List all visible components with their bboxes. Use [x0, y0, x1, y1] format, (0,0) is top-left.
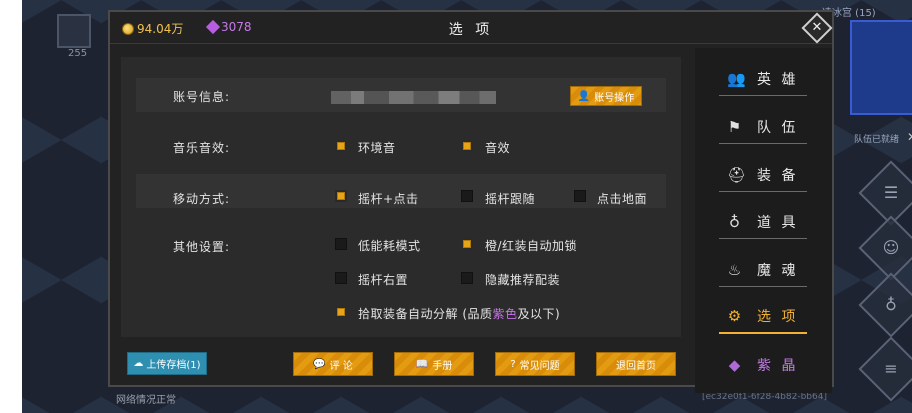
- upload-save-button[interactable]: ☁ 上传存档(1): [127, 352, 207, 375]
- auto-decompose-label: 拾取装备自动分解 (品质紫色及以下): [358, 307, 561, 321]
- ambient-sound-checkbox[interactable]: [335, 140, 347, 152]
- options-dialog: 94.04万 3078 选 项 ✕ 账号信息: 音乐音效: 环境音 音效 移动方…: [108, 10, 834, 393]
- close-icon: ✕: [811, 20, 823, 35]
- menu-item-items[interactable]: ♁ 道 具: [719, 205, 807, 239]
- question-icon: ?: [510, 358, 516, 370]
- hide-recommend-checkbox[interactable]: [461, 272, 473, 284]
- menu-item-amethyst[interactable]: ◆ 紫 晶: [719, 348, 807, 382]
- account-id-blurred: [331, 91, 496, 104]
- joystick-click-checkbox[interactable]: [335, 190, 347, 202]
- account-action-button[interactable]: 👤 账号操作: [570, 86, 642, 106]
- other-label: 其他设置:: [173, 240, 231, 254]
- joystick-right-label: 摇杆右置: [358, 273, 409, 287]
- menu-item-heroes[interactable]: 👥 英 雄: [719, 62, 807, 96]
- book-icon: 📖: [415, 358, 429, 370]
- user-icon: 👤: [577, 90, 591, 102]
- close-icon[interactable]: ✕: [907, 130, 912, 144]
- ambient-sound-label: 环境音: [358, 141, 396, 155]
- team-ready-text: 队伍已就绪: [854, 135, 900, 145]
- skill-slot-count: 255: [68, 48, 88, 59]
- menu-item-options[interactable]: ⚙ 选 项: [719, 300, 807, 334]
- flag-icon: ⚑: [727, 117, 745, 136]
- home-button[interactable]: 退回首页: [596, 352, 676, 376]
- flame-icon: ♨: [727, 260, 745, 279]
- account-label: 账号信息:: [173, 90, 231, 104]
- comment-button[interactable]: 💬 评 论: [293, 352, 373, 376]
- auto-decompose-checkbox[interactable]: [335, 306, 347, 318]
- joystick-click-label: 摇杆+点击: [358, 192, 419, 206]
- minimap[interactable]: [850, 20, 912, 115]
- low-power-label: 低能耗模式: [358, 239, 421, 253]
- joystick-follow-label: 摇杆跟随: [485, 192, 536, 206]
- menu-item-team[interactable]: ⚑ 队 伍: [719, 110, 807, 144]
- bag-icon: ♁: [729, 212, 743, 231]
- faq-button[interactable]: ? 常见问题: [495, 352, 575, 376]
- helmet-icon: ⛑: [727, 165, 750, 184]
- sound-effect-checkbox[interactable]: [461, 140, 473, 152]
- crystal-icon: ◆: [728, 356, 744, 374]
- menu-item-soul[interactable]: ♨ 魔 魂: [719, 253, 807, 287]
- gear-icon: ⚙: [727, 307, 745, 325]
- low-power-checkbox[interactable]: [335, 238, 347, 250]
- tap-ground-checkbox[interactable]: [574, 190, 586, 202]
- joystick-follow-checkbox[interactable]: [461, 190, 473, 202]
- move-label: 移动方式:: [173, 192, 231, 206]
- manual-button[interactable]: 📖 手册: [394, 352, 474, 376]
- quality-purple-text: 紫色: [492, 307, 518, 321]
- side-menu: 👥 英 雄 ⚑ 队 伍 ⛑ 装 备 ♁ 道 具 ♨ 魔 魂 ⚙ 选 项 ◆ 紫 …: [695, 48, 832, 393]
- hide-recommend-label: 隐藏推荐配装: [485, 273, 561, 287]
- joystick-right-checkbox[interactable]: [335, 272, 347, 284]
- network-status: 网络情况正常: [116, 395, 176, 406]
- skill-slot[interactable]: [57, 14, 91, 48]
- tap-ground-label: 点击地面: [597, 192, 648, 206]
- dialog-header: 94.04万 3078 选 项 ✕: [110, 12, 833, 44]
- heroes-icon: 👥: [727, 69, 749, 88]
- dialog-title: 选 项: [448, 22, 494, 38]
- device-uuid: [ec32e0f1-6f28-4b82-bb64]: [702, 392, 827, 402]
- auto-lock-checkbox[interactable]: [461, 238, 473, 250]
- sound-label: 音乐音效:: [173, 141, 231, 155]
- chat-icon: 💬: [313, 358, 326, 370]
- cloud-upload-icon: ☁: [133, 358, 144, 369]
- sound-effect-label: 音效: [485, 141, 511, 155]
- menu-item-equipment[interactable]: ⛑ 装 备: [719, 158, 807, 192]
- auto-lock-label: 橙/红装自动加锁: [485, 239, 578, 253]
